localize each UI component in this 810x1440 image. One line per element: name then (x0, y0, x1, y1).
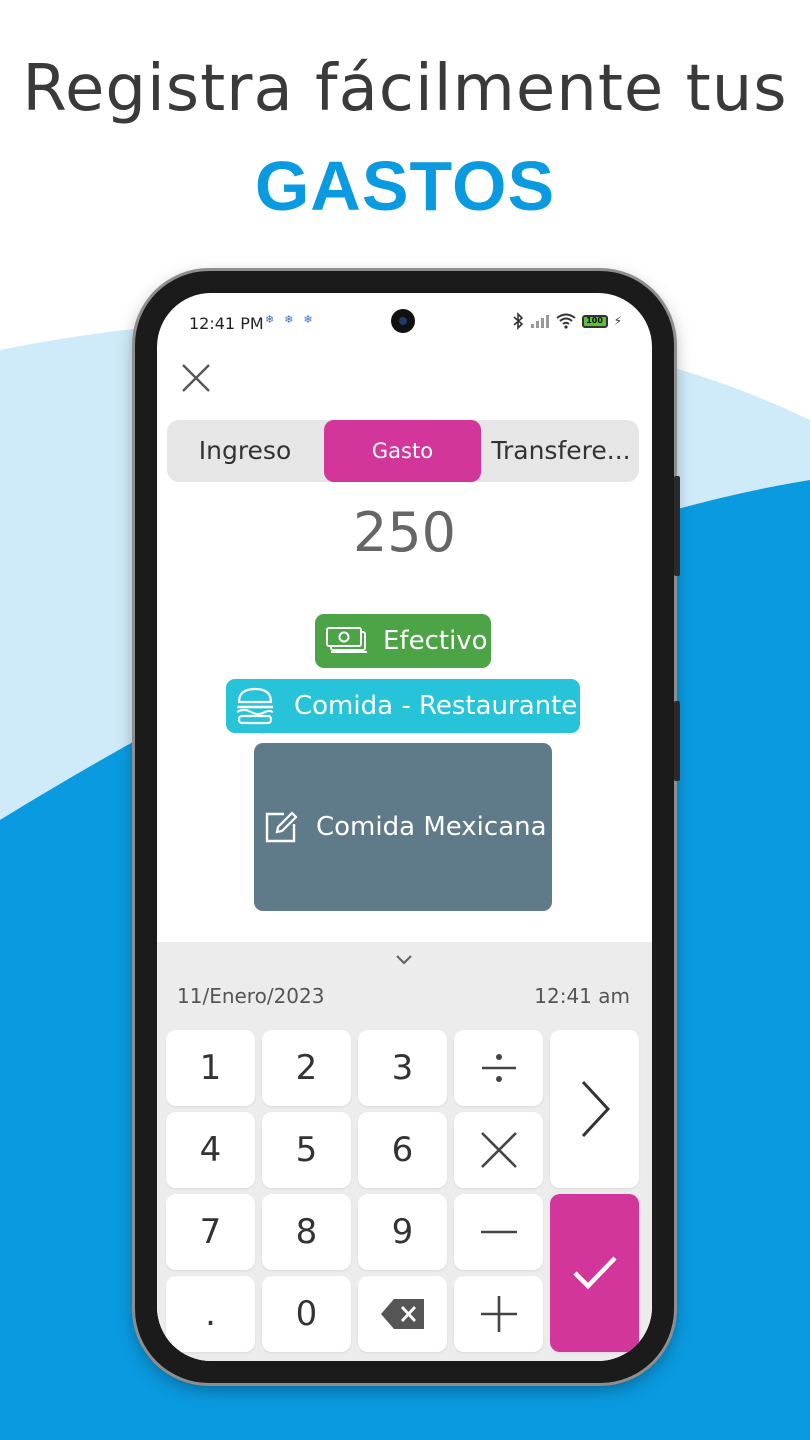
time-field[interactable]: 12:41 am (534, 984, 630, 1008)
phone-frame: 12:41 PM ❄❄❄ 100 ⚡ Ingreso Gasto Transfe… (135, 271, 680, 1383)
backspace-icon (380, 1299, 424, 1329)
key-9[interactable]: 9 (358, 1194, 447, 1270)
backspace-button[interactable] (358, 1276, 447, 1352)
plus-icon (480, 1296, 517, 1332)
key-0[interactable]: 0 (262, 1276, 351, 1352)
tab-gasto[interactable]: Gasto (324, 420, 481, 482)
category-chip[interactable]: Comida - Restaurante (226, 679, 580, 733)
status-time: 12:41 PM (189, 314, 264, 333)
edit-note-icon (265, 811, 298, 843)
battery-icon: 100 (581, 314, 608, 328)
wifi-icon (555, 313, 576, 329)
date-field[interactable]: 11/Enero/2023 (177, 984, 324, 1008)
multiply-button[interactable] (454, 1112, 543, 1188)
check-icon (572, 1256, 617, 1290)
chevron-down-icon[interactable] (393, 948, 415, 970)
next-icon (581, 1080, 610, 1138)
keypad-panel: 11/Enero/2023 12:41 am 1 2 3 4 5 6 7 8 9 (157, 942, 652, 1361)
burger-icon (236, 687, 274, 725)
key-1[interactable]: 1 (166, 1030, 255, 1106)
key-7[interactable]: 7 (166, 1194, 255, 1270)
next-button[interactable] (550, 1030, 639, 1188)
confirm-button[interactable] (550, 1194, 639, 1352)
bluetooth-icon (513, 312, 523, 330)
note-label: Comida Mexicana (316, 812, 547, 842)
key-3[interactable]: 3 (358, 1030, 447, 1106)
charging-icon: ⚡ (613, 314, 622, 328)
note-box[interactable]: Comida Mexicana (254, 743, 552, 911)
headline: Registra fácilmente tus (22, 52, 788, 126)
minus-icon (480, 1230, 517, 1234)
key-2[interactable]: 2 (262, 1030, 351, 1106)
key-4[interactable]: 4 (166, 1112, 255, 1188)
status-icons: 100 ⚡ (512, 311, 622, 331)
key-6[interactable]: 6 (358, 1112, 447, 1188)
key-dot[interactable]: . (166, 1276, 255, 1352)
signal-icon (530, 315, 549, 328)
headline-accent: GASTOS (254, 147, 556, 225)
key-5[interactable]: 5 (262, 1112, 351, 1188)
multiply-icon (480, 1132, 517, 1168)
minus-button[interactable] (454, 1194, 543, 1270)
front-camera (391, 309, 415, 333)
account-chip[interactable]: Efectivo (315, 614, 491, 668)
notification-icons: ❄❄❄ (265, 313, 323, 326)
power-button (674, 701, 680, 781)
tab-ingreso[interactable]: Ingreso (167, 420, 323, 482)
divide-icon (481, 1054, 516, 1082)
close-icon[interactable] (179, 361, 213, 395)
category-label: Comida - Restaurante (294, 691, 578, 721)
tab-transferencia[interactable]: Transfere... (483, 420, 639, 482)
plus-button[interactable] (454, 1276, 543, 1352)
volume-button (674, 476, 680, 576)
divide-button[interactable] (454, 1030, 543, 1106)
amount-display[interactable]: 250 (157, 501, 652, 564)
type-selector: Ingreso Gasto Transfere... (167, 420, 639, 482)
key-8[interactable]: 8 (262, 1194, 351, 1270)
cash-icon (326, 627, 367, 653)
app-screen: 12:41 PM ❄❄❄ 100 ⚡ Ingreso Gasto Transfe… (157, 293, 652, 1361)
account-label: Efectivo (383, 626, 488, 656)
